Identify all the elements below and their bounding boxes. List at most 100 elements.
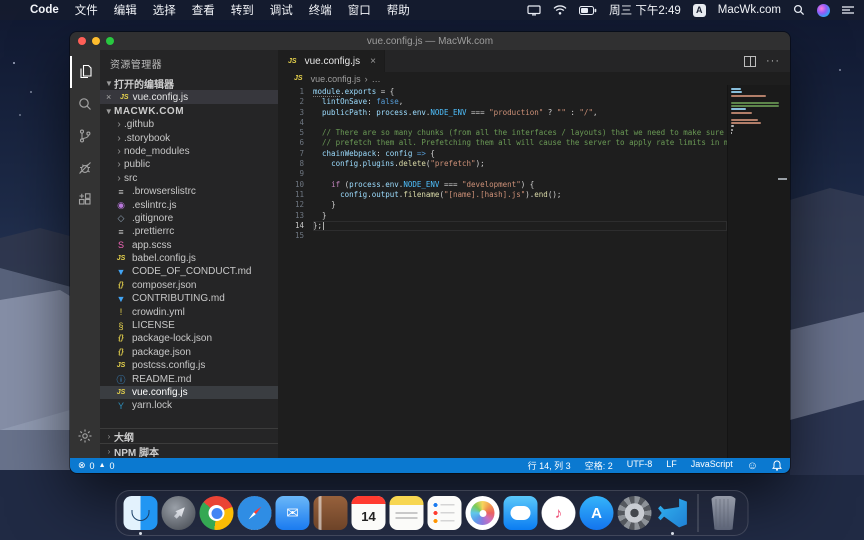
tree-item-package-json[interactable]: {}package.json — [100, 346, 278, 359]
debug-icon[interactable] — [70, 152, 100, 184]
tree-item--prettierrc[interactable]: ≡.prettierrc — [100, 225, 278, 238]
tree-item--gitignore[interactable]: ◇.gitignore — [100, 212, 278, 225]
dock-icon-mail[interactable]: ✉ — [276, 496, 310, 530]
dock-icon-finder[interactable] — [124, 496, 158, 530]
explorer-icon[interactable] — [70, 56, 100, 88]
dock-icon-launchpad[interactable] — [162, 496, 196, 530]
tree-item-composer-json[interactable]: {}composer.json — [100, 279, 278, 292]
display-icon[interactable] — [527, 5, 541, 16]
tree-item-yarn-lock[interactable]: Yyarn.lock — [100, 399, 278, 412]
status-item[interactable]: UTF-8 — [627, 459, 653, 472]
code-line[interactable]: 10 if (process.env.NODE_ENV === "develop… — [278, 180, 727, 190]
menu-item[interactable]: 帮助 — [387, 5, 410, 17]
code-line[interactable]: 8 config.plugins.delete("prefetch"); — [278, 159, 727, 169]
menu-item[interactable]: 编辑 — [114, 5, 137, 17]
tree-item-app-scss[interactable]: Sapp.scss — [100, 239, 278, 252]
siri-icon[interactable] — [817, 4, 830, 17]
tree-item-crowdin-yml[interactable]: !crowdin.yml — [100, 305, 278, 318]
code-line[interactable]: 7 chainWebpack: config => { — [278, 149, 727, 159]
menu-bar-account[interactable]: MacWk.com — [718, 4, 781, 16]
dock-icon-chrome[interactable] — [200, 496, 234, 530]
minimap[interactable] — [727, 85, 790, 458]
tree-item-babel-config-js[interactable]: JSbabel.config.js — [100, 252, 278, 265]
open-editor-item[interactable]: × JS vue.config.js — [100, 90, 278, 104]
status-item[interactable]: JavaScript — [691, 459, 733, 472]
breadcrumb[interactable]: JS vue.config.js › … — [278, 72, 790, 85]
search-icon[interactable] — [70, 88, 100, 120]
code-line[interactable]: 6 // prefetch them all. Prefetching them… — [278, 138, 727, 148]
tree-item--github[interactable]: ›.github — [100, 118, 278, 131]
close-icon[interactable]: × — [106, 92, 118, 102]
split-editor-icon[interactable] — [744, 56, 756, 67]
menu-item[interactable]: 选择 — [153, 5, 176, 17]
dock-icon-notes[interactable] — [390, 496, 424, 530]
dock-icon-photos[interactable] — [466, 496, 500, 530]
code-line[interactable]: 12 } — [278, 200, 727, 210]
tree-item-src[interactable]: ›src — [100, 172, 278, 185]
code-line[interactable]: 15 — [278, 231, 727, 241]
menu-item[interactable]: 文件 — [75, 5, 98, 17]
wifi-icon[interactable] — [553, 5, 567, 15]
dock-icon-contacts[interactable] — [314, 496, 348, 530]
tree-item-vue-config-js[interactable]: JSvue.config.js — [100, 386, 278, 399]
window-title-bar[interactable]: vue.config.js — MacWk.com — [70, 32, 790, 50]
tree-item-contributing-md[interactable]: ▼CONTRIBUTING.md — [100, 292, 278, 305]
code-line[interactable]: 11 config.output.filename("[name].[hash]… — [278, 190, 727, 200]
problems-status[interactable]: ⊗ 0 ▲ 0 — [78, 460, 115, 471]
code-line[interactable]: 5 // There are so many chunks (from all … — [278, 128, 727, 138]
status-item[interactable]: LF — [666, 459, 677, 472]
tree-item--eslintrc-js[interactable]: ◉.eslintrc.js — [100, 198, 278, 211]
code-line[interactable]: 2 lintOnSave: false, — [278, 97, 727, 107]
tree-item--browserslistrc[interactable]: ≡.browserslistrc — [100, 185, 278, 198]
battery-icon[interactable] — [579, 6, 597, 15]
tree-item-public[interactable]: ›public — [100, 158, 278, 171]
app-menu-code[interactable]: Code — [30, 4, 59, 16]
menu-item[interactable]: 转到 — [231, 5, 254, 17]
feedback-smiley-icon[interactable]: ☺ — [747, 460, 758, 472]
manage-gear-icon[interactable] — [70, 420, 100, 452]
menu-item[interactable]: 调试 — [270, 5, 293, 17]
tree-item-postcss-config-js[interactable]: JSpostcss.config.js — [100, 359, 278, 372]
menu-item[interactable]: 窗口 — [348, 5, 371, 17]
status-item[interactable]: 空格: 2 — [585, 459, 613, 472]
dock-icon-appstore[interactable]: A — [580, 496, 614, 530]
dock-icon-messages[interactable] — [504, 496, 538, 530]
source-control-icon[interactable] — [70, 120, 100, 152]
more-actions-icon[interactable]: ··· — [766, 55, 780, 67]
dock-icon-sysprefs[interactable] — [618, 496, 652, 530]
dock-icon-itunes[interactable]: ♪ — [542, 496, 576, 530]
tree-item-readme-md[interactable]: ⓘREADME.md — [100, 372, 278, 385]
tree-item--storybook[interactable]: ›.storybook — [100, 131, 278, 144]
extensions-icon[interactable] — [70, 184, 100, 216]
code-line[interactable]: 3 publicPath: process.env.NODE_ENV === "… — [278, 108, 727, 118]
dock-icon-trash[interactable] — [707, 496, 741, 530]
menu-item[interactable]: 查看 — [192, 5, 215, 17]
tree-item-node-modules[interactable]: ›node_modules — [100, 145, 278, 158]
dock-icon-vscode[interactable] — [656, 496, 690, 530]
tree-item-license[interactable]: §LICENSE — [100, 319, 278, 332]
dock-icon-calendar[interactable]: 14 — [352, 496, 386, 530]
input-method-icon[interactable]: A — [693, 4, 706, 17]
workspace-section[interactable]: ▼ MACWK.COM — [100, 104, 278, 118]
open-editors-section[interactable]: ▼ 打开的编辑器 — [100, 76, 278, 90]
code-editor[interactable]: 1module.exports = {2 lintOnSave: false,3… — [278, 85, 790, 458]
code-line[interactable]: 13 } — [278, 211, 727, 221]
dock-icon-reminders[interactable] — [428, 496, 462, 530]
code-line[interactable]: 1module.exports = { — [278, 87, 727, 97]
tab-vue-config[interactable]: JS vue.config.js × — [278, 50, 385, 72]
notification-center-icon[interactable] — [842, 5, 854, 15]
tree-item-code-of-conduct-md[interactable]: ▼CODE_OF_CONDUCT.md — [100, 265, 278, 278]
menu-bar-clock[interactable]: 周三 下午2:49 — [609, 2, 681, 18]
sidebar-section-大纲[interactable]: ›大纲 — [100, 428, 278, 443]
code-line[interactable]: 14}; — [278, 221, 727, 231]
dock-icon-safari[interactable] — [238, 496, 272, 530]
notifications-bell-icon[interactable] — [772, 460, 782, 471]
tree-item-package-lock-json[interactable]: {}package-lock.json — [100, 332, 278, 345]
status-item[interactable]: 行 14, 列 3 — [528, 459, 571, 472]
spotlight-search-icon[interactable] — [793, 4, 805, 16]
code-line[interactable]: 4 — [278, 118, 727, 128]
tab-close-icon[interactable]: × — [370, 56, 376, 67]
code-line[interactable]: 9 — [278, 169, 727, 179]
sidebar-section-NPM 脚本[interactable]: ›NPM 脚本 — [100, 443, 278, 458]
menu-item[interactable]: 终端 — [309, 5, 332, 17]
